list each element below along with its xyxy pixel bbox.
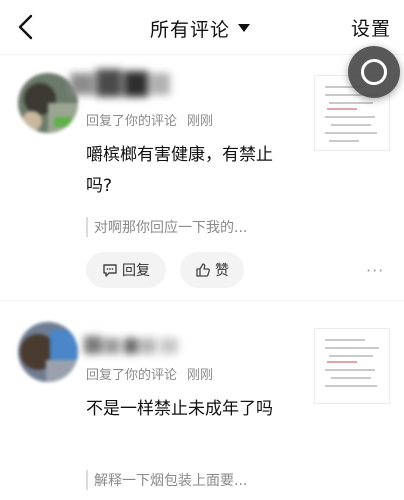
- title-dropdown[interactable]: 所有评论: [150, 14, 251, 42]
- comment-item[interactable]: 回复了你的评论 刚刚 嚼槟榔有害健康，有禁止吗? 对啊那你回应一下我的... 回复…: [0, 55, 404, 300]
- quoted-comment[interactable]: 解释一下烟包装上面要...: [86, 470, 304, 490]
- comment-text: 嚼槟榔有害健康，有禁止吗?: [86, 145, 273, 196]
- like-label: 赞: [215, 263, 229, 279]
- action-text: 回复了你的评论: [86, 368, 178, 383]
- timestamp: 刚刚: [187, 368, 214, 383]
- comment-item[interactable]: 回复了你的评论 刚刚 不是一样禁止未成年了吗 解释一下烟包装上面要...: [0, 300, 404, 500]
- more-options-button[interactable]: ···: [366, 261, 384, 280]
- quoted-comment[interactable]: 对啊那你回应一下我的...: [86, 217, 304, 237]
- reply-button[interactable]: 回复: [86, 252, 166, 288]
- post-thumbnail[interactable]: [314, 328, 390, 404]
- circle-ring-icon: [361, 59, 387, 85]
- username-blurred: [80, 326, 190, 362]
- thumbs-up-icon: [196, 263, 210, 277]
- back-chevron-icon[interactable]: [12, 12, 42, 42]
- avatar[interactable]: [18, 322, 78, 382]
- reply-label: 回复: [122, 263, 150, 279]
- floating-action-button[interactable]: [348, 46, 400, 98]
- timestamp: 刚刚: [187, 114, 214, 129]
- chat-bubble-icon: [103, 264, 117, 277]
- like-button[interactable]: 赞: [180, 252, 244, 288]
- comment-meta: 回复了你的评论 刚刚: [86, 110, 213, 129]
- caret-down-icon: [238, 24, 251, 32]
- page-title: 所有评论: [150, 18, 231, 41]
- top-bar: 所有评论 设置: [0, 0, 404, 54]
- comment-text: 不是一样禁止未成年了吗: [86, 399, 273, 419]
- username-blurred: [66, 65, 186, 101]
- settings-button[interactable]: 设置: [351, 14, 391, 41]
- comment-meta: 回复了你的评论 刚刚: [86, 364, 213, 383]
- action-text: 回复了你的评论: [86, 114, 178, 129]
